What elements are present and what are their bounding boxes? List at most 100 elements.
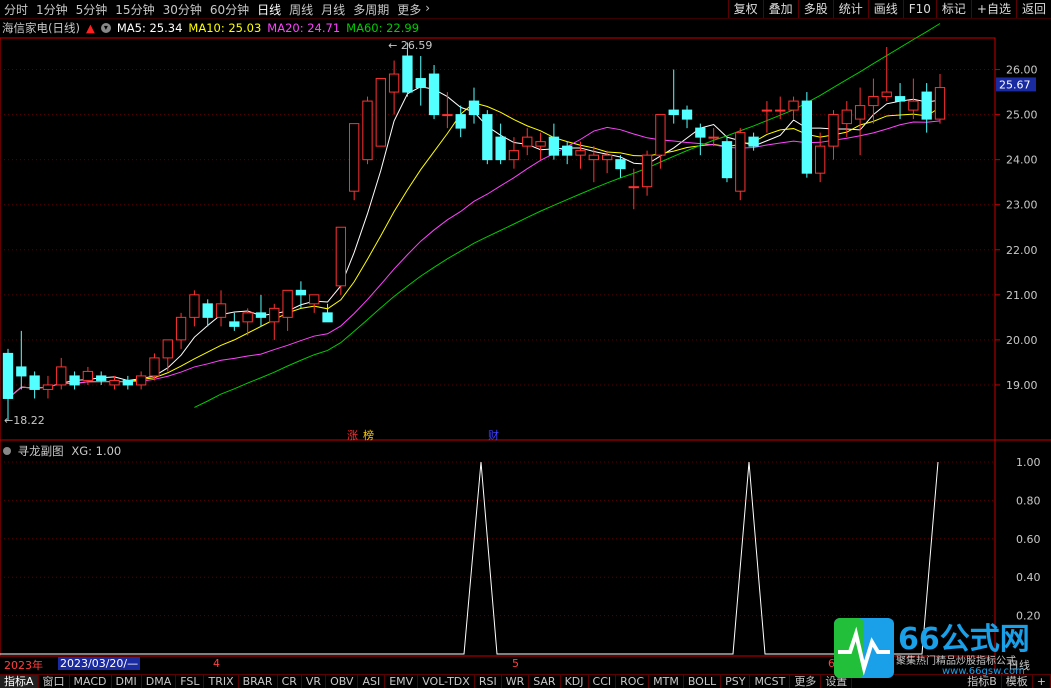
candle-body [482,114,493,161]
candle-body [455,114,466,129]
indicator-tab-18[interactable]: CCI [589,675,617,688]
candle-body [468,100,480,116]
indicator-tab-3[interactable]: DMI [112,675,142,688]
candle-body [548,136,560,156]
candle-body [841,109,852,125]
candle-body [868,96,879,107]
candle-body [402,55,413,93]
candle-body [56,366,67,386]
candle-body [162,339,173,359]
indicator-tab-4[interactable]: DMA [142,675,177,688]
candle-body [69,375,80,386]
candle-body [641,154,653,188]
indicator-tab-24[interactable]: 更多 [790,675,822,688]
candle-body [775,109,786,112]
indicator-tab-19[interactable]: ROC [616,675,650,688]
candle-body [149,357,160,377]
indicator-tab-15[interactable]: WR [502,675,530,688]
candle-body [415,78,426,89]
candle-body [921,91,932,120]
candle-body [96,375,107,381]
event-tag-bang: 榜 [363,428,374,442]
candle-body [189,294,200,318]
price-tick-label: 26.00 [1006,64,1038,77]
candle-body [708,136,719,139]
indicator-tab-6[interactable]: TRIX [204,675,239,688]
candle-body [588,154,599,161]
candle-body [202,303,213,318]
price-tick-label: 23.00 [1006,199,1038,212]
candle-body [349,123,360,192]
indicator-tab-list: 指标A 窗口 MACD DMI DMA FSL TRIX BRAR CR VR OBV ASI EMV V… [0,675,853,688]
price-tick-label: 22.00 [1006,244,1038,257]
candle-body [615,159,626,170]
candle-body [854,105,866,120]
candle-body [801,100,813,174]
indicator-name: 寻龙副图 [17,444,64,458]
candle-body [628,186,639,189]
candle-body [428,73,440,116]
indicator-tab-8[interactable]: CR [278,675,302,688]
candle-body [82,370,94,381]
indicator-tab-14[interactable]: RSI [475,675,502,688]
indicator-tab-5[interactable]: FSL [176,675,205,688]
candle-body [2,352,14,399]
candle-body [122,379,133,386]
candle-body [721,141,733,179]
candle-body [562,145,573,156]
indicator-tab-0[interactable]: 指标A [0,675,39,688]
indicator-title-bar: 寻龙副图 XG: 1.00 [0,443,121,459]
watermark-url: www.66gsw.com [942,666,1025,677]
candle-body [442,114,453,117]
event-tag-zhang: 涨 [347,429,358,442]
candle-body [668,109,679,116]
candle-body [601,154,613,161]
indicator-tab-23[interactable]: MCST [750,675,791,688]
ma20-line [7,120,941,399]
candle-body [881,91,892,98]
candle-body [828,114,839,147]
indicator-tab-13[interactable]: VOL-TDX [418,675,475,688]
candle-body [362,100,373,161]
indicator-tab-10[interactable]: OBV [326,675,359,688]
indicator-tab-9[interactable]: VR [302,675,327,688]
candle-body [908,100,919,111]
candle-body [229,321,240,327]
indicator-tab-21[interactable]: BOLL [684,675,722,688]
candle-body [322,312,333,323]
candle-body [269,307,280,323]
indicator-tab-16[interactable]: SAR [529,675,561,688]
indicator-icon[interactable] [3,447,11,455]
candle-body [655,114,666,156]
watermark-slogan: 聚集热门精品炒股指标公式 [896,656,1016,667]
candle-body [508,150,520,161]
candle-body [29,375,40,390]
price-tick-label: 19.00 [1006,379,1038,392]
indicator-tab-22[interactable]: PSY [721,675,751,688]
candle-body [295,289,307,296]
candle-body [309,294,320,305]
indicator-tab-2[interactable]: MACD [70,675,112,688]
candle-body [681,109,693,120]
price-tick-label: 20.00 [1006,334,1038,347]
indicator-tab-17[interactable]: KDJ [561,675,589,688]
high-price-label: ← 26.59 [388,39,432,52]
candle-body [375,78,386,147]
indicator-tab-11[interactable]: ASI [358,675,386,688]
candle-body [255,312,267,318]
candle-body [788,100,799,111]
month-label-4: 4 [213,657,220,670]
watermark-logo: 66公式网 聚集热门精品炒股指标公式 www.66gsw.com [832,616,1051,684]
candle-body [282,289,293,318]
indicator-tab-1[interactable]: 窗口 [39,675,70,688]
indicator-tab-7[interactable]: BRAR [239,675,278,688]
candle-body [735,132,746,192]
indicator-tab-12[interactable]: EMV [385,675,419,688]
kline-chart[interactable]: 26.00 25.00 24.00 23.00 22.00 21.00 20.00 19.00… [0,0,1051,687]
candle-body [242,312,253,323]
indicator-tick-label: 0.60 [1016,533,1041,546]
indicator-tab-20[interactable]: MTM [649,675,684,688]
candle-body [894,96,906,102]
year-label: 2023年 [4,659,43,672]
candle-body [748,136,759,147]
